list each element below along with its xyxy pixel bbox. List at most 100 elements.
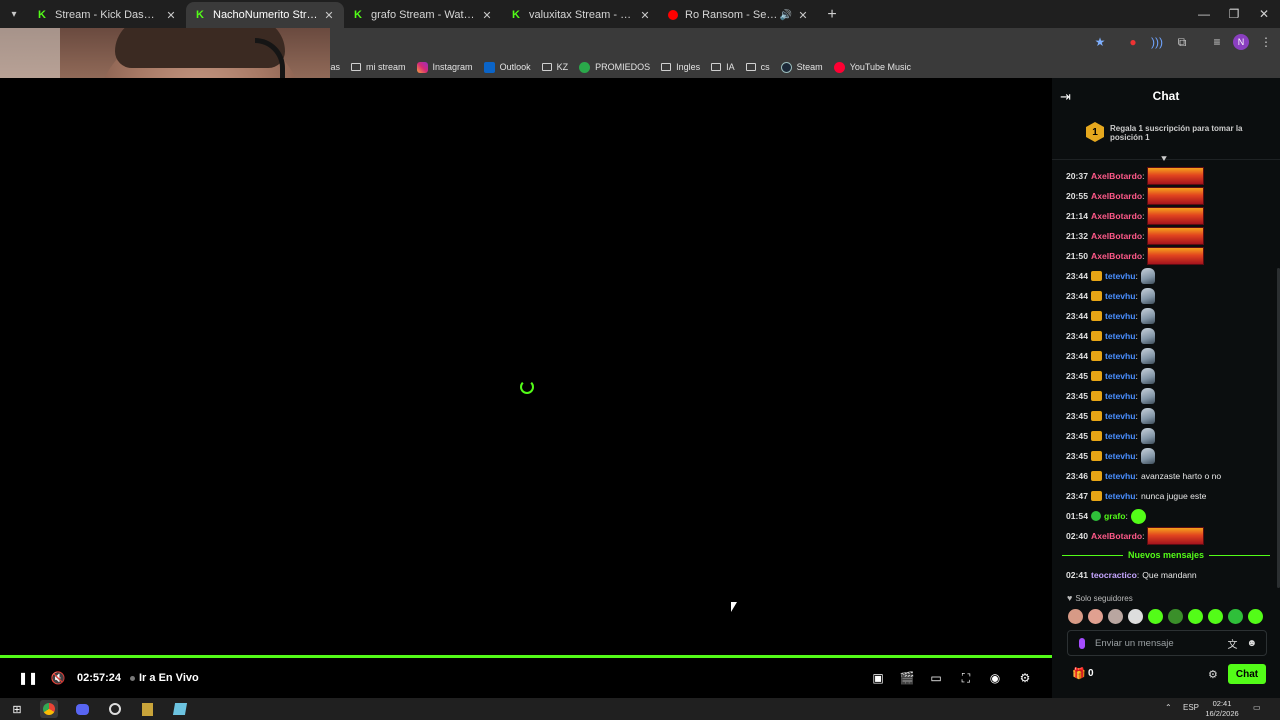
app-icon[interactable]: [171, 700, 189, 718]
close-icon[interactable]: ✕: [480, 9, 494, 22]
theater-mode-icon[interactable]: ▭: [928, 670, 944, 686]
message-user[interactable]: tetevhu: [1105, 491, 1136, 501]
message-user[interactable]: teocractico: [1091, 570, 1137, 580]
obs-icon[interactable]: [106, 700, 124, 718]
clip-icon[interactable]: 🎬: [899, 670, 915, 686]
chat-message[interactable]: 02:40 AxelBotardo:: [1066, 526, 1271, 546]
scroll-down-icon[interactable]: ⯆: [1160, 154, 1168, 165]
bookmark-item[interactable]: Steam: [780, 61, 823, 73]
message-user[interactable]: tetevhu: [1105, 471, 1136, 481]
tab-nachonumerito[interactable]: K NachoNumerito Stream - Watch ✕: [186, 2, 344, 28]
close-window-icon[interactable]: ✕: [1247, 0, 1280, 28]
message-user[interactable]: AxelBotardo: [1091, 251, 1142, 261]
close-icon[interactable]: ✕: [322, 9, 336, 22]
bookmark-item[interactable]: IA: [711, 62, 735, 72]
chat-settings-icon[interactable]: ⚙: [1208, 668, 1218, 681]
tray-chevron-icon[interactable]: ⌃: [1165, 703, 1172, 712]
chat-message[interactable]: 23:47 tetevhu: nunca jugue este: [1066, 486, 1271, 506]
bookmark-item[interactable]: Outlook: [483, 61, 531, 73]
close-icon[interactable]: ✕: [796, 9, 810, 22]
gift-icon[interactable]: 🎁: [1072, 667, 1086, 680]
message-user[interactable]: AxelBotardo: [1091, 171, 1142, 181]
chat-message[interactable]: 21:14 AxelBotardo:: [1066, 206, 1271, 226]
fullscreen-icon[interactable]: ⛶: [958, 670, 974, 686]
translate-icon[interactable]: 文: [1227, 636, 1237, 651]
chat-message[interactable]: 02:41 teocractico : Que mandann: [1066, 565, 1197, 585]
go-live-button[interactable]: Ir a En Vivo: [130, 672, 199, 684]
chat-message[interactable]: 23:46 tetevhu: avanzaste harto o no: [1066, 466, 1271, 486]
emote-fire-icon[interactable]: [1147, 207, 1205, 225]
system-clock[interactable]: 02:41 16/2/2026: [1202, 698, 1242, 719]
emote-face-icon[interactable]: [1088, 609, 1103, 624]
video-player[interactable]: [0, 78, 1052, 658]
emote-bird-icon[interactable]: [1140, 308, 1155, 324]
speed-icon[interactable]: ◉: [987, 670, 1003, 686]
emote-fire-icon[interactable]: [1147, 247, 1205, 265]
message-user[interactable]: tetevhu: [1105, 271, 1136, 281]
chrome-icon[interactable]: [40, 700, 58, 718]
message-user[interactable]: AxelBotardo: [1091, 531, 1142, 541]
windows-start-icon[interactable]: ⊞: [8, 700, 26, 718]
chat-message[interactable]: 23:45 tetevhu:: [1066, 426, 1271, 446]
bookmark-item[interactable]: Instagram: [416, 61, 473, 73]
emote-skull-icon[interactable]: [1128, 609, 1143, 624]
media-control-icon[interactable]: ≡: [1209, 34, 1225, 50]
emote-bird-icon[interactable]: [1140, 268, 1155, 284]
menu-icon[interactable]: ⋮: [1258, 34, 1274, 50]
emote-kick-icon[interactable]: [1248, 609, 1263, 624]
emote-bird-icon[interactable]: [1140, 288, 1155, 304]
emote-face-icon[interactable]: [1108, 609, 1123, 624]
app-icon[interactable]: [138, 700, 156, 718]
message-user[interactable]: AxelBotardo: [1091, 231, 1142, 241]
emote-fire-icon[interactable]: [1147, 167, 1205, 185]
bookmark-item[interactable]: cs: [745, 62, 770, 72]
emote-bird-icon[interactable]: [1140, 388, 1155, 404]
emote-face-icon[interactable]: [1068, 609, 1083, 624]
emote-kick-icon[interactable]: [1148, 609, 1163, 624]
discord-icon[interactable]: [73, 700, 91, 718]
microphone-icon[interactable]: [1079, 637, 1085, 649]
tab-valuxitax[interactable]: K valuxitax Stream - Watch Live o ✕: [502, 2, 660, 28]
chat-message[interactable]: 23:45 tetevhu:: [1066, 386, 1271, 406]
chat-message[interactable]: 23:44 tetevhu:: [1066, 306, 1271, 326]
settings-gear-icon[interactable]: ⚙: [1017, 670, 1033, 686]
minimize-icon[interactable]: —: [1187, 0, 1221, 28]
emote-bird-icon[interactable]: [1140, 368, 1155, 384]
chat-message[interactable]: 23:44 tetevhu:: [1066, 346, 1271, 366]
emoji-icon[interactable]: ☻: [1246, 638, 1257, 649]
tab-kick-dashboard[interactable]: K Stream - Kick Dashboard ✕: [28, 2, 186, 28]
emote-bird-icon[interactable]: [1140, 328, 1155, 344]
message-user[interactable]: tetevhu: [1105, 371, 1136, 381]
chat-message[interactable]: 23:44 tetevhu:: [1066, 326, 1271, 346]
chat-message[interactable]: 23:45 tetevhu:: [1066, 366, 1271, 386]
bookmark-item[interactable]: Ingles: [661, 62, 700, 72]
notifications-icon[interactable]: ▭: [1253, 703, 1261, 712]
new-tab-button[interactable]: +: [818, 2, 846, 28]
send-chat-button[interactable]: Chat: [1228, 664, 1266, 684]
profile-avatar[interactable]: N: [1233, 34, 1249, 50]
tab-grafo[interactable]: K grafo Stream - Watch Live on K ✕: [344, 2, 502, 28]
message-user[interactable]: tetevhu: [1105, 431, 1136, 441]
extensions-icon[interactable]: ⧉: [1174, 34, 1190, 50]
message-user[interactable]: AxelBotardo: [1091, 191, 1142, 201]
emote-bird-icon[interactable]: [1140, 448, 1155, 464]
bookmark-item[interactable]: PROMIEDOS: [579, 61, 650, 73]
restore-icon[interactable]: ❐: [1217, 0, 1251, 28]
emote-bird-icon[interactable]: [1140, 348, 1155, 364]
emote-bird-icon[interactable]: [1140, 428, 1155, 444]
bookmark-item[interactable]: KZ: [541, 62, 568, 72]
chat-message[interactable]: 23:45 tetevhu:: [1066, 446, 1271, 466]
message-user[interactable]: tetevhu: [1105, 411, 1136, 421]
bookmark-item[interactable]: mi stream: [351, 62, 406, 72]
message-user[interactable]: tetevhu: [1105, 311, 1136, 321]
chat-message[interactable]: 20:37 AxelBotardo:: [1066, 166, 1271, 186]
emote-globe-icon[interactable]: [1228, 609, 1243, 624]
emote-bird-icon[interactable]: [1140, 408, 1155, 424]
close-icon[interactable]: ✕: [638, 9, 652, 22]
extension-audio-icon[interactable]: ))): [1149, 34, 1165, 50]
message-user[interactable]: tetevhu: [1105, 331, 1136, 341]
message-user[interactable]: AxelBotardo: [1091, 211, 1142, 221]
chat-message[interactable]: 21:32 AxelBotardo:: [1066, 226, 1271, 246]
extension-record-icon[interactable]: ●: [1125, 34, 1141, 50]
message-user[interactable]: grafo: [1104, 511, 1125, 521]
